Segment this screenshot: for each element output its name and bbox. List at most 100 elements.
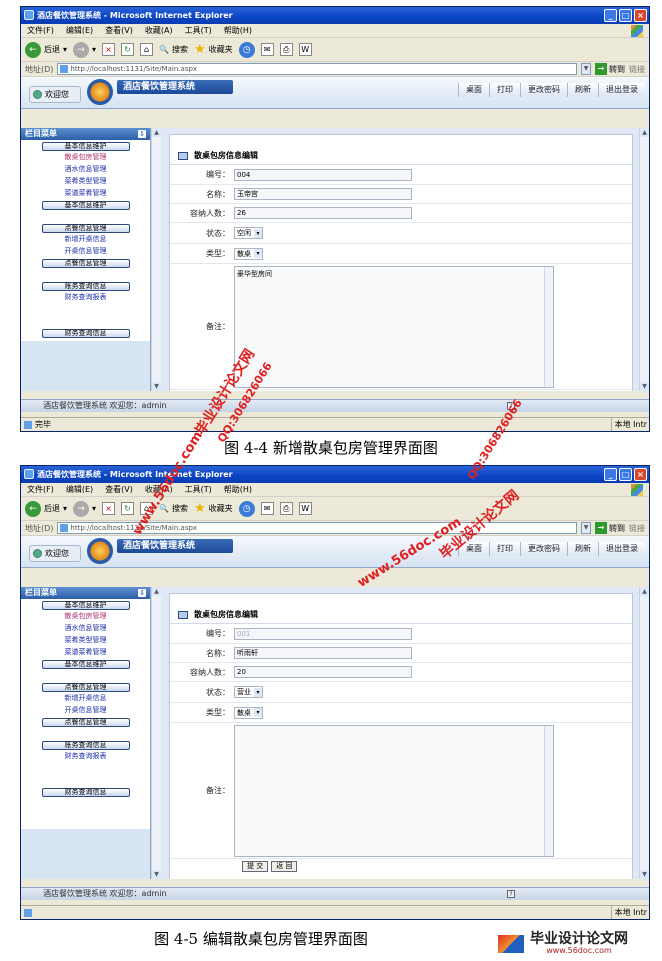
back-button[interactable]: ← 后退 ▾ [25, 41, 67, 58]
sidebar-group-orders[interactable]: 点餐信息管理 [41, 683, 130, 692]
menu-tools[interactable]: 工具(T) [185, 483, 212, 496]
nav-print[interactable]: 打印 [489, 83, 520, 97]
menu-help[interactable]: 帮助(H) [224, 483, 252, 496]
print-icon[interactable]: ⎙ [279, 502, 293, 515]
sidebar-group-basic-footer[interactable]: 基本信息维护 [41, 201, 130, 210]
collapse-icon[interactable]: ⇩ [138, 130, 146, 138]
sidebar-item-tables[interactable]: 散桌包房管理 [21, 610, 150, 622]
refresh-icon[interactable]: ↻ [121, 502, 135, 515]
sidebar-scrollbar[interactable]: ▲ ▼ [151, 587, 161, 879]
edit-icon[interactable]: W [298, 502, 312, 515]
capacity-input[interactable]: 20 [234, 666, 412, 678]
sidebar-group-basic[interactable]: 基本信息维护 [41, 601, 130, 610]
state-select[interactable]: 营业 ▾ [234, 686, 263, 698]
minimize-button[interactable]: _ [604, 468, 617, 481]
history-icon[interactable]: ◷ [238, 41, 255, 58]
print-icon[interactable]: ⎙ [279, 43, 293, 56]
sidebar-group-orders-footer[interactable]: 点餐信息管理 [41, 259, 130, 268]
sidebar-item-drinks[interactable]: 酒水信息管理 [21, 163, 150, 175]
nav-change-password[interactable]: 更改密码 [520, 542, 567, 556]
sidebar-group-finance-footer[interactable]: 财务查询信息 [41, 788, 130, 797]
sidebar-item-table-manage[interactable]: 开桌信息管理 [21, 245, 150, 257]
menu-favorites[interactable]: 收藏(A) [145, 24, 173, 37]
sidebar-item-new-table[interactable]: 新增开桌信息 [21, 692, 150, 704]
back-button[interactable]: 返 回 [271, 861, 298, 872]
name-input[interactable]: 听雨轩 [234, 647, 412, 659]
favorites-button[interactable]: ★ 收藏夹 [194, 43, 233, 56]
go-button[interactable]: → 转到 [595, 522, 625, 534]
capacity-input[interactable]: 26 [234, 207, 412, 219]
sidebar-group-basic[interactable]: 基本信息维护 [41, 142, 130, 151]
main-scrollbar[interactable]: ▲ ▼ [639, 587, 649, 879]
address-dropdown[interactable]: ▼ [581, 522, 591, 534]
forward-button[interactable]: → ▾ [73, 41, 96, 58]
sidebar-item-dish-types[interactable]: 菜肴类型管理 [21, 634, 150, 646]
textarea-scrollbar[interactable] [544, 725, 553, 856]
stop-icon[interactable]: × [102, 502, 116, 515]
menu-view[interactable]: 查看(V) [105, 483, 133, 496]
sidebar-group-orders-footer[interactable]: 点餐信息管理 [41, 718, 130, 727]
sidebar-group-finance[interactable]: 账务查询信息 [41, 282, 130, 291]
menu-file[interactable]: 文件(F) [27, 483, 54, 496]
menu-edit[interactable]: 编辑(E) [66, 483, 93, 496]
edit-icon[interactable]: W [298, 43, 312, 56]
sidebar-group-orders[interactable]: 点餐信息管理 [41, 224, 130, 233]
home-icon[interactable]: ⌂ [140, 43, 154, 56]
refresh-icon[interactable]: ↻ [121, 43, 135, 56]
back-button[interactable]: ← 后退 ▾ [25, 500, 67, 517]
remark-textarea[interactable] [234, 724, 554, 857]
nav-print[interactable]: 打印 [489, 542, 520, 556]
type-select[interactable]: 散桌 ▾ [234, 706, 263, 719]
sidebar-item-finance-report[interactable]: 财务查询报表 [21, 291, 150, 303]
sidebar-item-table-manage[interactable]: 开桌信息管理 [21, 704, 150, 716]
sidebar-item-finance-report[interactable]: 财务查询报表 [21, 750, 150, 762]
nav-change-password[interactable]: 更改密码 [520, 83, 567, 97]
code-input[interactable]: 004 [234, 168, 412, 181]
close-button[interactable]: × [634, 468, 647, 481]
type-select[interactable]: 散桌 ▾ [234, 247, 263, 260]
maximize-button[interactable]: □ [619, 468, 632, 481]
go-button[interactable]: → 转到 [595, 63, 625, 75]
nav-logout[interactable]: 退出登录 [598, 83, 645, 97]
sidebar-scrollbar[interactable]: ▲ ▼ [151, 128, 161, 391]
main-scrollbar[interactable]: ▲ ▼ [639, 128, 649, 391]
forward-button[interactable]: → ▾ [73, 500, 96, 517]
nav-desktop[interactable]: 桌面 [458, 83, 489, 97]
sidebar-group-basic-footer[interactable]: 基本信息维护 [41, 660, 130, 669]
textarea-scrollbar[interactable] [544, 266, 553, 387]
history-icon[interactable]: ◷ [238, 500, 255, 517]
menu-help[interactable]: 帮助(H) [224, 24, 252, 37]
sidebar-item-menu-dishes[interactable]: 菜谱菜肴管理 [21, 646, 150, 658]
address-input[interactable]: http://localhost:1131/Site/Main.aspx [57, 63, 577, 75]
menu-edit[interactable]: 编辑(E) [66, 24, 93, 37]
sidebar-item-menu-dishes[interactable]: 菜谱菜肴管理 [21, 187, 150, 199]
nav-refresh[interactable]: 刷新 [567, 542, 598, 556]
menu-view[interactable]: 查看(V) [105, 24, 133, 37]
nav-refresh[interactable]: 刷新 [567, 83, 598, 97]
sidebar-item-dish-types[interactable]: 菜肴类型管理 [21, 175, 150, 187]
state-select[interactable]: 空闲 ▾ [234, 227, 263, 239]
favorites-button[interactable]: ★ 收藏夹 [194, 502, 233, 515]
menu-file[interactable]: 文件(F) [27, 24, 54, 37]
sidebar-item-tables[interactable]: 散桌包房管理 [21, 151, 150, 163]
submit-button[interactable]: 提 交 [242, 861, 269, 872]
remark-textarea[interactable]: 豪华型房间 [234, 265, 554, 388]
sidebar-group-finance[interactable]: 账务查询信息 [41, 741, 130, 750]
links-button[interactable]: 链接 [629, 523, 649, 534]
stop-icon[interactable]: × [102, 43, 116, 56]
collapse-icon[interactable]: ⇩ [138, 589, 146, 597]
links-button[interactable]: 链接 [629, 64, 649, 75]
menu-tools[interactable]: 工具(T) [185, 24, 212, 37]
maximize-button[interactable]: □ [619, 9, 632, 22]
nav-logout[interactable]: 退出登录 [598, 542, 645, 556]
mail-icon[interactable]: ✉ [260, 43, 274, 56]
search-button[interactable]: 🔍 搜索 [159, 44, 188, 55]
sidebar-group-finance-footer[interactable]: 财务查询信息 [41, 329, 130, 338]
sidebar-item-new-table[interactable]: 新增开桌信息 [21, 233, 150, 245]
address-dropdown[interactable]: ▼ [581, 63, 591, 75]
sidebar-item-drinks[interactable]: 酒水信息管理 [21, 622, 150, 634]
help-icon[interactable]: ? [507, 890, 515, 898]
mail-icon[interactable]: ✉ [260, 502, 274, 515]
minimize-button[interactable]: _ [604, 9, 617, 22]
name-input[interactable]: 玉帝宫 [234, 188, 412, 200]
